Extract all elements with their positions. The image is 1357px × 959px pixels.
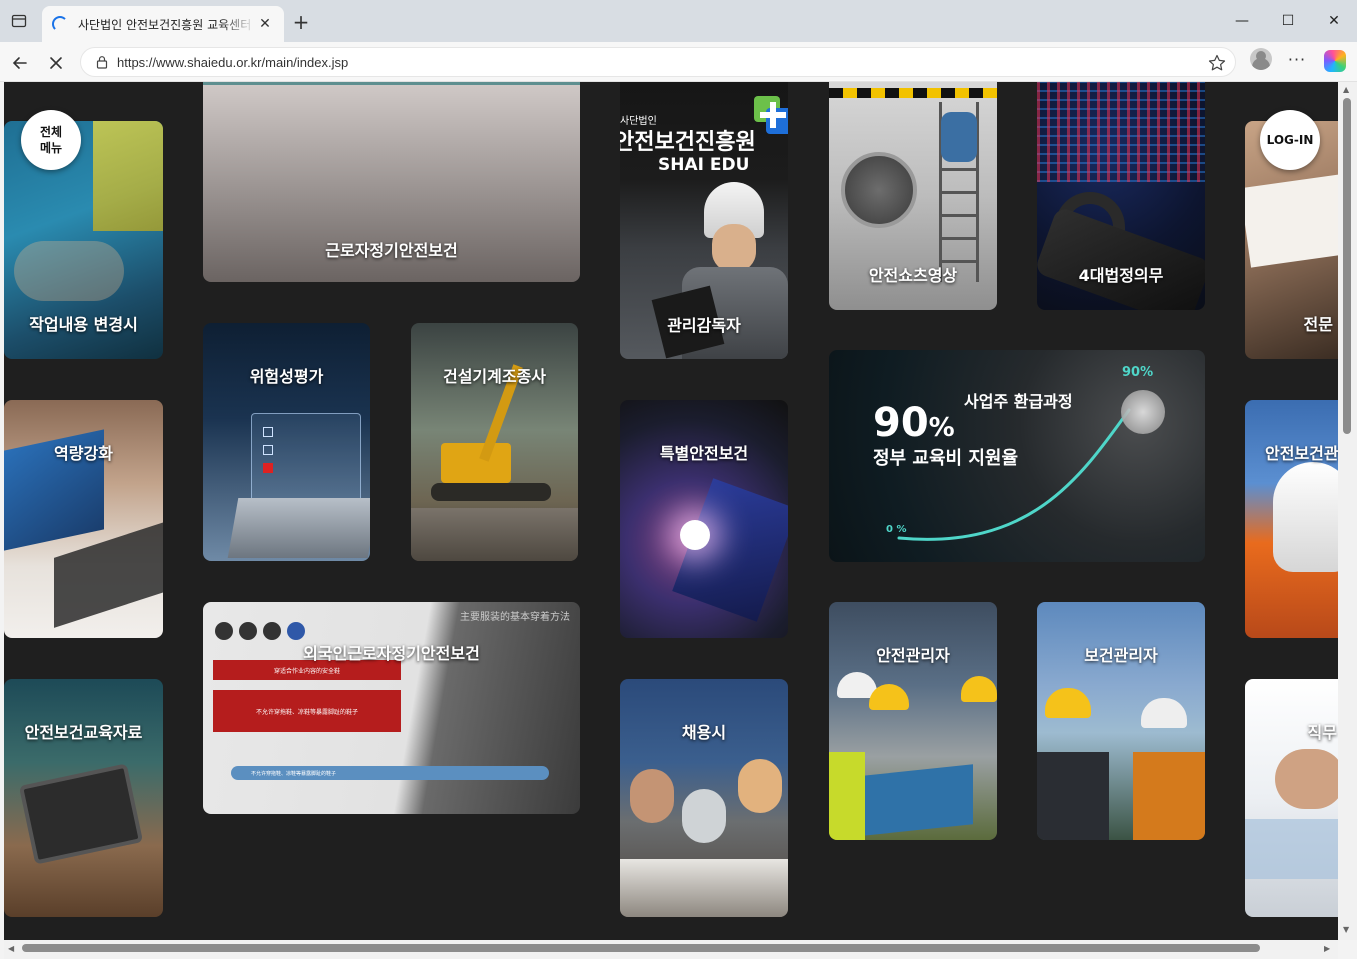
lock-icon[interactable] bbox=[95, 55, 109, 69]
card-label: 건설기계조종사 bbox=[442, 367, 547, 386]
promo-subtitle: 정부 교육비 지원율 bbox=[873, 448, 1019, 469]
scroll-right-icon[interactable]: ▶ bbox=[1324, 944, 1330, 953]
url-text[interactable]: https://www.shaiedu.or.kr/main/index.jsp bbox=[117, 55, 348, 70]
foreign-heading: 主要服装的基本穿着方法 bbox=[460, 612, 570, 623]
menu-label-2: 메뉴 bbox=[39, 141, 63, 155]
card-safety-health-officer[interactable]: 안전보건관 bbox=[1245, 400, 1338, 638]
title-bar: 사단법인 안전보건진흥원 교육센터 ✕ + — ☐ ✕ bbox=[0, 0, 1357, 42]
page-viewport: 작업내용 변경시 역량강화 안전보건교육자료 근로자정기안전보건 위험성평가 건… bbox=[4, 82, 1338, 940]
minimize-button[interactable]: — bbox=[1222, 8, 1262, 34]
horizontal-scrollbar[interactable]: ◀ ▶ bbox=[4, 940, 1338, 959]
promo-refund-banner[interactable]: 90% 사업주 환급과정 90% 정부 교육비 지원율 0 % bbox=[829, 350, 1205, 562]
card-label: 직무 bbox=[1307, 723, 1337, 742]
card-label: 전문 bbox=[1303, 315, 1333, 334]
promo-axis-start: 0 % bbox=[886, 524, 907, 535]
all-menu-button[interactable]: 전체메뉴 bbox=[21, 110, 81, 170]
card-supervisor[interactable]: 사단법인 안전보건진흥원 SHAI EDU 관리감독자 bbox=[620, 82, 788, 359]
back-icon[interactable] bbox=[7, 50, 33, 76]
card-safety-materials[interactable]: 안전보건교육자료 bbox=[4, 679, 163, 917]
card-label: 안전보건관 bbox=[1265, 444, 1338, 463]
card-safety-manager[interactable]: 안전관리자 bbox=[829, 602, 997, 840]
card-label: 근로자정기안전보건 bbox=[325, 241, 458, 260]
card-job[interactable]: 직무 bbox=[1245, 679, 1338, 917]
browser-toolbar: https://www.shaiedu.or.kr/main/index.jsp bbox=[0, 42, 1357, 82]
scroll-down-icon[interactable]: ▼ bbox=[1343, 925, 1349, 934]
stop-loading-icon[interactable] bbox=[43, 50, 69, 76]
profile-avatar[interactable] bbox=[1250, 48, 1272, 70]
brand-name: 안전보건진흥원 bbox=[620, 130, 756, 155]
card-label: 4대법정의무 bbox=[1078, 266, 1164, 285]
horizontal-scroll-thumb[interactable] bbox=[22, 944, 1260, 952]
card-foreign-worker[interactable]: 主要服装的基本穿着方法 穿适合作业内容的安全鞋 不允许穿拖鞋、凉鞋等暴露脚趾的鞋… bbox=[203, 602, 580, 814]
close-tab-icon[interactable]: ✕ bbox=[256, 15, 274, 33]
menu-label-1: 전체 bbox=[39, 125, 63, 139]
vertical-scroll-thumb[interactable] bbox=[1343, 98, 1351, 434]
brand-cross-icon bbox=[754, 96, 788, 134]
card-label: 위험성평가 bbox=[249, 367, 324, 386]
card-risk-assessment[interactable]: 위험성평가 bbox=[203, 323, 370, 561]
card-label: 안전관리자 bbox=[876, 646, 950, 665]
card-safety-shorts[interactable]: 안전쇼츠영상 bbox=[829, 82, 997, 310]
close-window-button[interactable]: ✕ bbox=[1314, 8, 1354, 34]
card-label: 안전쇼츠영상 bbox=[868, 266, 958, 285]
card-worker-regular[interactable]: 근로자정기안전보건 bbox=[203, 82, 580, 282]
maximize-button[interactable]: ☐ bbox=[1268, 8, 1308, 34]
more-options-icon[interactable]: ··· bbox=[1287, 50, 1307, 70]
card-four-duties[interactable]: 4대법정의무 bbox=[1037, 82, 1205, 310]
tab-actions-icon[interactable] bbox=[10, 12, 28, 30]
scroll-up-icon[interactable]: ▲ bbox=[1343, 85, 1349, 94]
brand-logo-text: SHAI EDU bbox=[658, 155, 750, 175]
tab-title: 사단법인 안전보건진흥원 교육센터 bbox=[78, 17, 252, 32]
promo-title: 사업주 환급과정 bbox=[964, 392, 1073, 411]
card-label: 안전보건교육자료 bbox=[24, 723, 143, 742]
loading-icon bbox=[52, 16, 68, 32]
promo-axis-end: 90% bbox=[1122, 365, 1154, 380]
card-label: 채용시 bbox=[681, 723, 727, 742]
card-label: 보건관리자 bbox=[1084, 646, 1158, 665]
card-special-safety[interactable]: 특별안전보건 bbox=[620, 400, 788, 638]
copilot-icon[interactable] bbox=[1324, 50, 1346, 72]
favorite-star-icon[interactable] bbox=[1207, 53, 1227, 73]
vertical-scrollbar[interactable]: ▲ ▼ bbox=[1338, 82, 1357, 940]
foreign-line-2: 不允许穿拖鞋、凉鞋等暴露脚趾的鞋子 bbox=[213, 690, 401, 732]
card-label: 역량강화 bbox=[54, 444, 113, 463]
promo-big-value: 90 bbox=[873, 400, 929, 446]
address-bar[interactable]: https://www.shaiedu.or.kr/main/index.jsp bbox=[80, 47, 1236, 77]
login-button[interactable]: LOG-IN bbox=[1260, 110, 1320, 170]
card-label: 관리감독자 bbox=[667, 316, 741, 335]
card-label: 외국인근로자정기안전보건 bbox=[303, 644, 480, 663]
card-on-hire[interactable]: 채용시 bbox=[620, 679, 788, 917]
card-competency[interactable]: 역량강화 bbox=[4, 400, 163, 638]
scroll-left-icon[interactable]: ◀ bbox=[8, 944, 14, 953]
card-health-manager[interactable]: 보건관리자 bbox=[1037, 602, 1205, 840]
card-construction-machine[interactable]: 건설기계조종사 bbox=[411, 323, 578, 561]
new-tab-button[interactable]: + bbox=[290, 10, 312, 34]
browser-tab[interactable]: 사단법인 안전보건진흥원 교육센터 ✕ bbox=[42, 6, 284, 42]
foreign-line-3: 不允许穿拖鞋、凉鞋等暴露脚趾的鞋子 bbox=[231, 766, 549, 780]
card-label: 작업내용 변경시 bbox=[29, 315, 138, 334]
promo-big-unit: % bbox=[928, 413, 955, 443]
card-label: 특별안전보건 bbox=[659, 444, 749, 463]
